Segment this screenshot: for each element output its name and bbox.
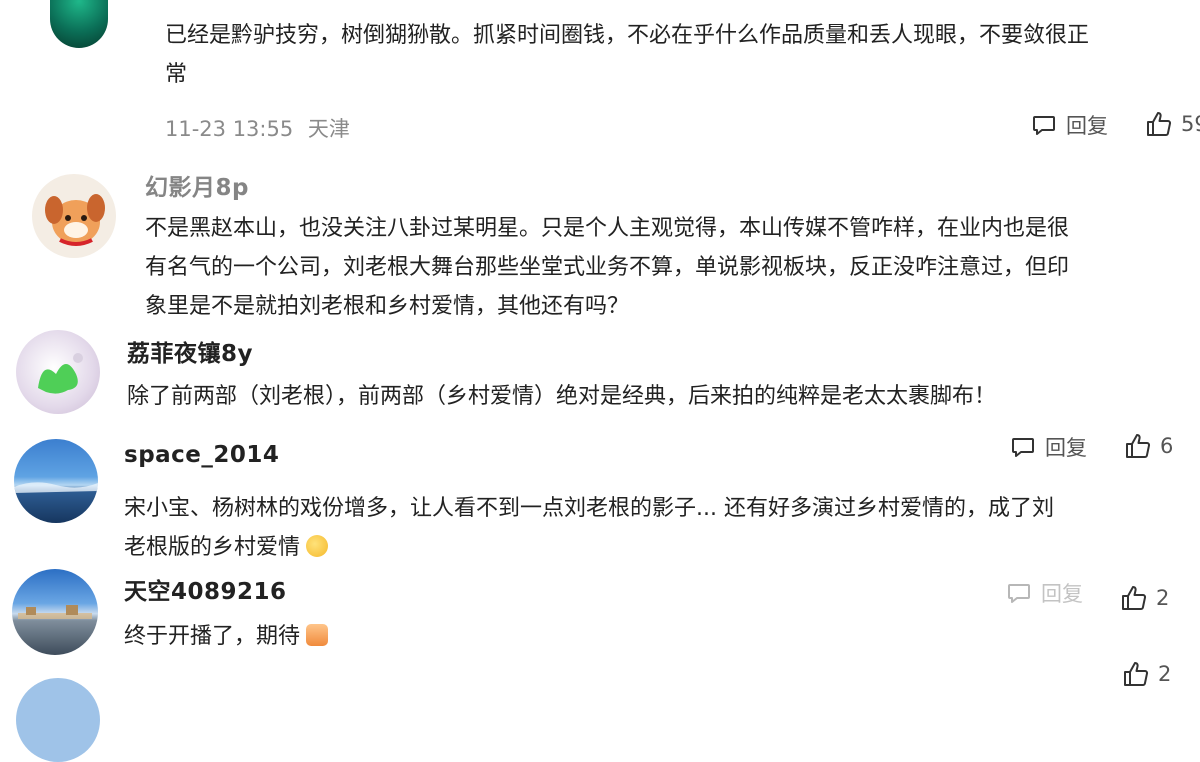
like-button[interactable]: 2 xyxy=(1122,660,1171,688)
smiling-face-emoji xyxy=(306,535,329,557)
comment-text: 除了前两部（刘老根），前两部（乡村爱情）绝对是经典，后来拍的纯粹是老太太裹脚布！ xyxy=(127,384,997,409)
like-count: 2 xyxy=(1158,662,1172,686)
comment-timestamp: 11-23 13:55 天津 xyxy=(165,117,350,141)
comment-item: 已经是黔驴技穷，树倒猢狲散。抓紧时间圈钱，不必在乎什么作品质量和丢人现眼，不要敛… xyxy=(0,0,1200,160)
comment-item: 幻影月8p 不是黑赵本山，也没关注八卦过某明星。只是个人主观觉得，本山传媒不管咋… xyxy=(0,160,1200,330)
username[interactable]: space_2014 xyxy=(124,442,279,468)
comment-text: 不是黑赵本山，也没关注八卦过某明星。只是个人主观觉得，本山传媒不管咋样，在业内也… xyxy=(145,216,1070,319)
comment-item: 天空4089216 终于开播了，期待 2 xyxy=(0,565,1200,686)
reply-label: 回复 xyxy=(1066,114,1108,138)
avatar[interactable] xyxy=(50,0,108,48)
speech-bubble-icon xyxy=(1031,112,1057,138)
like-count: 59 xyxy=(1181,112,1200,136)
comment-item: 荔菲夜镶8y 除了前两部（刘老根），前两部（乡村爱情）绝对是经典，后来拍的纯粹是… xyxy=(0,330,1200,460)
avatar[interactable] xyxy=(32,174,116,258)
comment-location: 天津 xyxy=(307,117,350,141)
avatar[interactable] xyxy=(12,569,98,655)
reply-button[interactable]: 回复 xyxy=(1031,110,1108,140)
comment-text: 已经是黔驴技穷，树倒猢狲散。抓紧时间圈钱，不必在乎什么作品质量和丢人现眼，不要敛… xyxy=(165,23,1090,87)
username[interactable]: 幻影月8p xyxy=(145,168,249,202)
thumbs-up-icon xyxy=(1122,660,1150,688)
avatar[interactable] xyxy=(16,330,100,414)
comment-text: 宋小宝、杨树林的戏份增多，让人看不到一点刘老根的影子... 还有好多演过乡村爱情… xyxy=(124,496,1054,560)
username[interactable]: 天空4089216 xyxy=(124,572,287,606)
comment-text: 终于开播了，期待 xyxy=(124,617,329,656)
avatar[interactable] xyxy=(16,678,100,762)
thumbs-up-icon xyxy=(1145,110,1173,138)
username[interactable]: 荔菲夜镶8y xyxy=(127,334,253,368)
like-button[interactable]: 59 xyxy=(1145,110,1200,138)
avatar[interactable] xyxy=(14,439,98,523)
thumbs-up-emoji xyxy=(306,624,329,646)
comment-item: space_2014 宋小宝、杨树林的戏份增多，让人看不到一点刘老根的影子...… xyxy=(0,435,1200,610)
